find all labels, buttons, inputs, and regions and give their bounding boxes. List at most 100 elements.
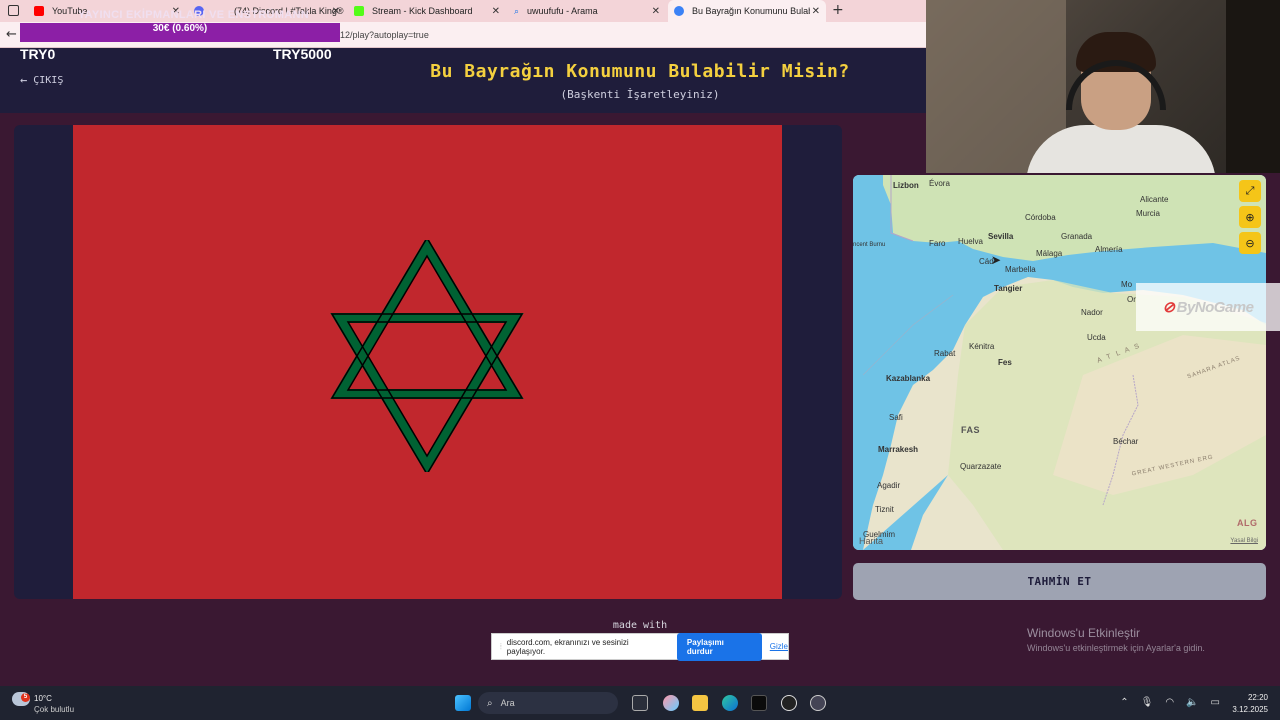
search-icon: ⌕ (514, 5, 520, 16)
new-tab-button[interactable]: + (832, 2, 844, 18)
flag-image (73, 125, 782, 599)
map-legal-link[interactable]: Yasal Bilgi (1230, 538, 1258, 544)
map-label-fes: Fes (998, 358, 1012, 367)
tab-label: Bu Bayrağın Konumunu Bulabilir M (692, 6, 810, 16)
tab-label: uwuufufu - Arama (527, 6, 598, 16)
chevron-up-icon[interactable]: ⌃ (1120, 697, 1128, 708)
map-label-mo: Mo (1121, 280, 1133, 289)
map-label-alicante: Alicante (1140, 195, 1169, 204)
windows-start-icon[interactable] (455, 695, 471, 711)
flag-panel (14, 125, 842, 599)
map-terrain (853, 175, 1266, 550)
tab-kick[interactable]: Stream - Kick Dashboard ✕ (348, 0, 506, 22)
exit-button[interactable]: ← ÇIKIŞ (20, 73, 63, 87)
edge-icon[interactable] (722, 695, 738, 711)
map-label-cape: ncent Burnu (853, 242, 886, 248)
map-label-tiznit: Tiznit (875, 505, 894, 514)
taskbar: 5 10°C Çok bulutlu ⌕ Ara ⌃ 🎙 ◠ 🔈 ▭ 22:20… (0, 686, 1280, 720)
map-label-huelva: Huelva (958, 237, 983, 246)
obs-icon[interactable] (781, 695, 797, 711)
map-label-lizbon: Lizbon (893, 181, 919, 190)
webcam-feed (926, 0, 1280, 173)
map-label-agadir: Agadir (877, 481, 901, 490)
weather-badge: 5 (21, 693, 30, 702)
map-label-malaga: Málaga (1036, 249, 1063, 258)
map-label-marbella: Marbella (1005, 265, 1036, 274)
map-label-safi: Safi (889, 413, 903, 422)
url-field[interactable]: 12/play?autoplay=true (340, 30, 429, 40)
close-icon[interactable]: ✕ (652, 6, 660, 17)
tab-label: Stream - Kick Dashboard (372, 6, 473, 16)
battery-icon[interactable]: ▭ (1211, 697, 1220, 708)
share-text: discord.com, ekranınızı ve sesinizi payl… (506, 637, 629, 656)
map-label-rabat: Rabat (934, 349, 956, 358)
map-label-faro: Faro (929, 239, 946, 248)
close-icon[interactable]: ✕ (332, 6, 340, 17)
goal-title: YAYINCI EKİPMANLARI VE ENSTRÜMANN (78, 9, 309, 21)
map-label-kenitra: Kénitra (969, 342, 995, 351)
map-label-quarzazate: Quarzazate (960, 462, 1002, 471)
copilot-icon[interactable] (663, 695, 679, 711)
guess-map[interactable]: Lizbon Évora Córdoba Alicante Murcia Sev… (853, 175, 1266, 550)
map-label-nador: Nador (1081, 308, 1103, 317)
game-header: TRY0 TRY5000 ← ÇIKIŞ Bu Bayrağın Konumun… (0, 46, 926, 113)
pentagram-star-icon (330, 240, 524, 472)
map-label-granada: Granada (1061, 232, 1093, 241)
microphone-icon[interactable]: 🎙 (1141, 697, 1154, 708)
globe-icon (674, 6, 684, 16)
search-icon: ⌕ (487, 697, 493, 709)
currency-left: TRY0 (20, 46, 56, 62)
drag-handle-icon[interactable]: ⦙ (500, 642, 502, 652)
exit-label: ÇIKIŞ (33, 74, 64, 86)
map-label-alg: ALG (1237, 518, 1258, 528)
back-arrow-icon[interactable]: ← (6, 27, 17, 42)
map-zoom-in-button[interactable]: ⊕ (1239, 206, 1261, 228)
file-explorer-icon[interactable] (692, 695, 708, 711)
guess-button[interactable]: TAHMİN ET (853, 563, 1266, 600)
map-label-tangier: Tangier (994, 284, 1023, 293)
sidebar-toggle-icon[interactable] (8, 5, 19, 16)
windows-activation-subtitle: Windows'u etkinleştirmek için Ayarlar'a … (1027, 643, 1205, 653)
youtube-icon (34, 6, 44, 16)
kick-icon (354, 6, 364, 16)
close-icon[interactable]: ✕ (812, 6, 820, 17)
background-shadow (1226, 0, 1280, 173)
clock-time[interactable]: 22:20 (1248, 693, 1268, 702)
map-brand: Harita (859, 536, 884, 546)
map-label-almeria: Almería (1095, 245, 1123, 254)
map-label-evora: Évora (929, 179, 950, 188)
speaker-icon[interactable]: 🔈 (1186, 697, 1198, 708)
map-label-murcia: Murcia (1136, 209, 1161, 218)
task-view-icon[interactable] (632, 695, 648, 711)
page-title: Bu Bayrağın Konumunu Bulabilir Misin? (430, 61, 850, 82)
search-placeholder: Ara (500, 698, 515, 708)
tab-flag-game[interactable]: Bu Bayrağın Konumunu Bulabilir M ✕ (668, 0, 826, 22)
stop-sharing-button[interactable]: Paylaşımı durdur (676, 632, 762, 661)
bynogame-watermark: ⊘ ByNoGame (1136, 283, 1280, 331)
clock-date[interactable]: 3.12.2025 (1232, 705, 1268, 714)
page-subtitle: (Başkenti İşaretleyiniz) (560, 88, 720, 101)
tab-search[interactable]: ⌕ uwuufufu - Arama ✕ (508, 0, 666, 22)
map-expand-button[interactable]: ⤢ (1239, 180, 1261, 202)
currency-right: TRY5000 (273, 46, 332, 62)
close-icon[interactable]: ✕ (492, 6, 500, 17)
map-zoom-out-button[interactable]: ⊖ (1239, 232, 1261, 254)
app-icon[interactable] (810, 695, 826, 711)
arrow-left-icon: ← (20, 73, 28, 87)
map-label-sevilla: Sevilla (988, 232, 1014, 241)
map-label-ucda: Ucda (1087, 333, 1106, 342)
map-label-or: Or (1127, 295, 1136, 304)
game-page: TRY0 TRY5000 ← ÇIKIŞ Bu Bayrağın Konumun… (0, 46, 926, 686)
hide-link[interactable]: Gizle (770, 642, 788, 651)
windows-activation-title: Windows'u Etkinleştir (1027, 626, 1140, 640)
mouse-cursor-icon: ➤ (991, 253, 1002, 267)
screen-share-bar: ⦙ discord.com, ekranınızı ve sesinizi pa… (491, 632, 789, 661)
taskbar-search[interactable]: ⌕ Ara (478, 692, 618, 714)
map-label-kazablanka: Kazablanka (886, 374, 931, 383)
goal-progress-text: 30€ (0.60%) (152, 23, 208, 34)
map-label-bechar: Béchar (1113, 437, 1139, 446)
map-label-fas: FAS (961, 425, 981, 435)
terminal-icon[interactable] (751, 695, 767, 711)
wifi-icon[interactable]: ◠ (1165, 697, 1174, 708)
bynogame-logo-icon: ⊘ (1162, 299, 1176, 316)
